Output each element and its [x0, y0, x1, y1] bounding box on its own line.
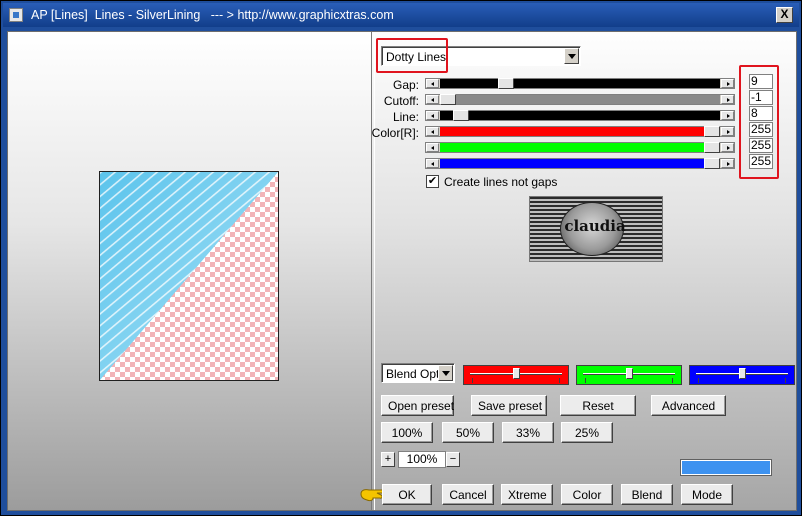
open-preset-button[interactable]: Open preset — [381, 395, 454, 416]
color-button[interactable]: Color — [561, 484, 613, 505]
close-button[interactable]: X — [776, 7, 793, 23]
arrow-right-icon[interactable] — [721, 143, 734, 152]
create-lines-label: Create lines not gaps — [444, 175, 558, 189]
param-label-line: Line: — [392, 110, 419, 124]
zoom-in-button[interactable]: + — [381, 452, 395, 467]
slider-thumb[interactable] — [704, 158, 720, 169]
arrow-left-icon[interactable] — [426, 159, 439, 168]
create-lines-checkbox[interactable]: ✔ — [426, 175, 439, 188]
slider-track[interactable] — [440, 127, 720, 136]
ok-button[interactable]: OK — [382, 484, 432, 505]
advanced-button[interactable]: Advanced — [651, 395, 726, 416]
slider-track[interactable] — [440, 95, 720, 104]
preview-image[interactable] — [99, 171, 279, 381]
tick-mark — [559, 378, 560, 383]
slider-thumb[interactable] — [704, 126, 720, 137]
preview-canvas — [100, 172, 278, 380]
arrow-right-icon[interactable] — [721, 111, 734, 120]
tick-mark — [785, 378, 786, 383]
slider-thumb[interactable] — [498, 78, 514, 89]
tick-mark — [672, 378, 673, 383]
slider-gap[interactable] — [425, 78, 735, 89]
cancel-button[interactable]: Cancel — [442, 484, 494, 505]
slider-line[interactable] — [425, 110, 735, 121]
slider-blue[interactable] — [425, 158, 735, 169]
slider-knob[interactable] — [739, 368, 746, 379]
zoom-33-button[interactable]: 33% — [502, 422, 554, 443]
tick-mark — [585, 378, 586, 383]
plugin-window: AP [Lines] Lines - SilverLining --- > ht… — [0, 0, 802, 516]
arrow-left-icon[interactable] — [426, 95, 439, 104]
chevron-down-icon[interactable] — [438, 365, 453, 381]
zoom-25-button[interactable]: 25% — [561, 422, 613, 443]
reset-button[interactable]: Reset — [560, 395, 636, 416]
title-bar[interactable]: AP [Lines] Lines - SilverLining --- > ht… — [3, 3, 799, 27]
param-label-gap: Gap: — [392, 78, 419, 92]
arrow-right-icon[interactable] — [721, 79, 734, 88]
zoom-50-button[interactable]: 50% — [442, 422, 494, 443]
slider-track[interactable] — [440, 111, 720, 120]
slider-knob[interactable] — [626, 368, 633, 379]
zoom-100-button[interactable]: 100% — [381, 422, 433, 443]
tick-mark — [698, 378, 699, 383]
slider-track[interactable] — [440, 143, 720, 152]
watermark-logo: claudia — [529, 196, 663, 262]
slider-track[interactable] — [440, 159, 720, 168]
arrow-left-icon[interactable] — [426, 143, 439, 152]
xtreme-button[interactable]: Xtreme — [501, 484, 553, 505]
param-label-cutoff: Cutoff: — [383, 94, 419, 108]
slider-thumb[interactable] — [704, 142, 720, 153]
effect-highlight-box — [376, 38, 448, 73]
chevron-down-icon[interactable] — [564, 48, 579, 64]
param-label-color: Color[R]: — [371, 126, 419, 140]
slider-green[interactable] — [425, 142, 735, 153]
app-icon — [9, 8, 23, 22]
window-title: AP [Lines] Lines - SilverLining --- > ht… — [31, 8, 394, 22]
save-preset-button[interactable]: Save preset — [471, 395, 547, 416]
arrow-left-icon[interactable] — [426, 111, 439, 120]
color-swatch[interactable] — [680, 459, 772, 476]
slider-knob[interactable] — [513, 368, 520, 379]
blend-red-slider[interactable] — [463, 365, 569, 385]
arrow-left-icon[interactable] — [426, 127, 439, 136]
slider-track[interactable] — [440, 79, 720, 88]
mode-button[interactable]: Mode — [681, 484, 733, 505]
slider-red[interactable] — [425, 126, 735, 137]
arrow-right-icon[interactable] — [721, 127, 734, 136]
tick-mark — [472, 378, 473, 383]
values-highlight-box — [739, 65, 779, 179]
zoom-out-button[interactable]: − — [446, 452, 460, 467]
preview-panel — [8, 32, 372, 510]
slider-cutoff[interactable] — [425, 94, 735, 105]
logo-text: claudia — [564, 217, 626, 235]
blend-blue-slider[interactable] — [689, 365, 795, 385]
slider-thumb[interactable] — [453, 110, 469, 121]
arrow-right-icon[interactable] — [721, 95, 734, 104]
blend-options-dropdown[interactable]: Blend Options — [381, 363, 455, 383]
arrow-right-icon[interactable] — [721, 159, 734, 168]
zoom-field[interactable]: 100% — [398, 451, 446, 468]
slider-thumb[interactable] — [440, 94, 456, 105]
arrow-left-icon[interactable] — [426, 79, 439, 88]
blend-options-value: Blend Options — [386, 367, 438, 381]
blend-button[interactable]: Blend — [621, 484, 673, 505]
blend-green-slider[interactable] — [576, 365, 682, 385]
